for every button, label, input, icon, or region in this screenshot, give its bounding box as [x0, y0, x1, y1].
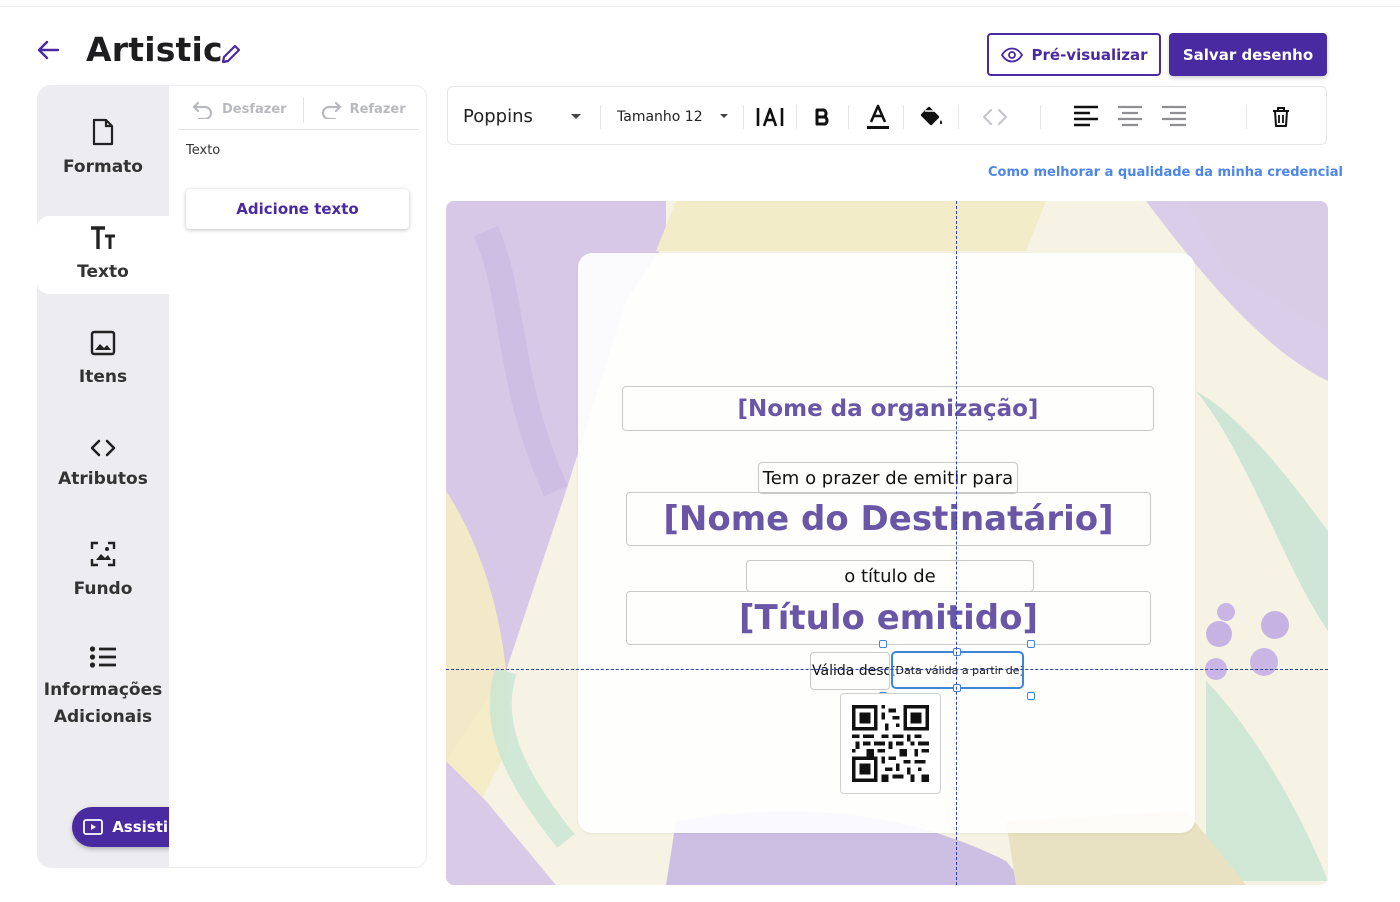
- bold-icon: [815, 108, 829, 125]
- auto-size-button[interactable]: [755, 87, 785, 146]
- save-design-button[interactable]: Salvar desenho: [1169, 33, 1327, 76]
- intro-text-field[interactable]: Tem o prazer de emitir para: [758, 462, 1018, 494]
- page-title: Artistic: [86, 30, 223, 69]
- sidebar-item-texto[interactable]: Texto: [37, 216, 169, 294]
- toolbar-divider: [302, 96, 304, 123]
- horizontal-guide-line: [446, 669, 1328, 670]
- document-icon: [92, 118, 114, 146]
- preview-button[interactable]: Pré-visualizar: [987, 33, 1161, 76]
- top-divider: [0, 6, 1400, 7]
- sidebar-item-atributos[interactable]: Atributos: [37, 438, 169, 504]
- toolbar-divider: [903, 105, 904, 129]
- text-color-icon: [867, 104, 889, 129]
- undo-icon: [192, 101, 213, 119]
- align-right-button[interactable]: [1161, 87, 1187, 146]
- undo-button[interactable]: Desfazer: [192, 101, 287, 119]
- fill-color-button[interactable]: [920, 87, 944, 146]
- background-icon: [90, 541, 116, 567]
- issued-title-field[interactable]: [Título emitido]: [626, 591, 1151, 645]
- font-size-value: Tamanho 12: [617, 108, 703, 125]
- code-icon: [982, 108, 1008, 125]
- back-arrow-icon[interactable]: [34, 36, 62, 64]
- toolbar-divider: [848, 105, 849, 129]
- quality-help-link[interactable]: Como melhorar a qualidade da minha crede…: [988, 165, 1343, 180]
- resize-handle[interactable]: [1027, 692, 1035, 700]
- sidebar-item-label: Texto: [77, 262, 129, 282]
- text-size-icon: [91, 226, 115, 249]
- font-family-value: Poppins: [463, 106, 533, 127]
- resize-handle[interactable]: [953, 684, 961, 692]
- format-toolbar: Poppins Tamanho 12: [447, 86, 1327, 145]
- toolbar-divider: [600, 105, 601, 129]
- panel-section-label: Texto: [186, 143, 221, 158]
- trash-icon: [1273, 106, 1289, 127]
- bold-button[interactable]: [815, 87, 831, 146]
- chevron-down-icon: [570, 113, 581, 119]
- toolbar-divider: [1246, 105, 1247, 129]
- qr-code-field[interactable]: [840, 693, 941, 794]
- text-color-button[interactable]: [866, 87, 890, 146]
- sidebar-item-label: Atributos: [58, 469, 148, 489]
- preview-label: Pré-visualizar: [1031, 45, 1148, 64]
- toolbar-divider: [958, 105, 959, 129]
- sidebar-item-fundo[interactable]: Fundo: [37, 540, 169, 610]
- valid-from-label-field[interactable]: Válida desde: [810, 652, 890, 690]
- chevron-down-icon: [719, 114, 728, 118]
- attribute-button[interactable]: [981, 87, 1009, 146]
- sidebar-item-informacoes-adicionais[interactable]: Informações Adicionais: [37, 645, 169, 735]
- list-icon: [89, 646, 116, 668]
- undo-label: Desfazer: [222, 102, 287, 117]
- redo-label: Refazer: [349, 102, 406, 117]
- align-center-icon: [1118, 105, 1142, 126]
- resize-handle[interactable]: [953, 648, 961, 656]
- recipient-name-field[interactable]: [Nome do Destinatário]: [626, 492, 1151, 546]
- toolbar-divider: [1040, 105, 1041, 129]
- align-center-button[interactable]: [1117, 87, 1143, 146]
- align-left-icon: [1074, 105, 1098, 126]
- undo-redo-bar: Desfazer Refazer: [178, 90, 418, 130]
- toolbar-divider: [743, 105, 744, 129]
- font-family-select[interactable]: Poppins: [463, 87, 582, 146]
- play-video-icon: [83, 819, 104, 835]
- sidebar-item-label: Fundo: [73, 579, 133, 599]
- code-icon: [90, 439, 116, 457]
- toolbar-divider: [796, 105, 797, 129]
- pencil-icon[interactable]: [219, 42, 243, 66]
- qr-code-icon: [852, 705, 929, 782]
- align-left-button[interactable]: [1073, 87, 1099, 146]
- organization-name-field[interactable]: [Nome da organização]: [622, 386, 1154, 431]
- sidebar-item-formato[interactable]: Formato: [37, 118, 169, 198]
- font-size-select[interactable]: Tamanho 12: [617, 87, 729, 146]
- eye-icon: [1000, 47, 1023, 62]
- certificate-canvas[interactable]: [Nome da organização] Tem o prazer de em…: [446, 201, 1328, 885]
- title-intro-field[interactable]: o título de: [746, 560, 1034, 592]
- resize-handle[interactable]: [1027, 640, 1035, 648]
- redo-button[interactable]: Refazer: [320, 101, 406, 119]
- text-resize-icon: [756, 107, 784, 126]
- image-icon: [90, 330, 116, 356]
- add-text-button[interactable]: Adicione texto: [186, 189, 409, 229]
- redo-icon: [321, 101, 342, 119]
- paint-bucket-icon: [920, 106, 943, 125]
- align-right-icon: [1162, 105, 1186, 126]
- delete-button[interactable]: [1272, 87, 1290, 146]
- sidebar-item-label: Itens: [78, 367, 128, 387]
- resize-handle[interactable]: [879, 640, 887, 648]
- sidebar-item-label: Formato: [63, 157, 143, 177]
- vertical-guide-line: [956, 201, 957, 885]
- sidebar-item-itens[interactable]: Itens: [37, 330, 169, 400]
- sidebar-item-label: Informações Adicionais: [43, 680, 163, 727]
